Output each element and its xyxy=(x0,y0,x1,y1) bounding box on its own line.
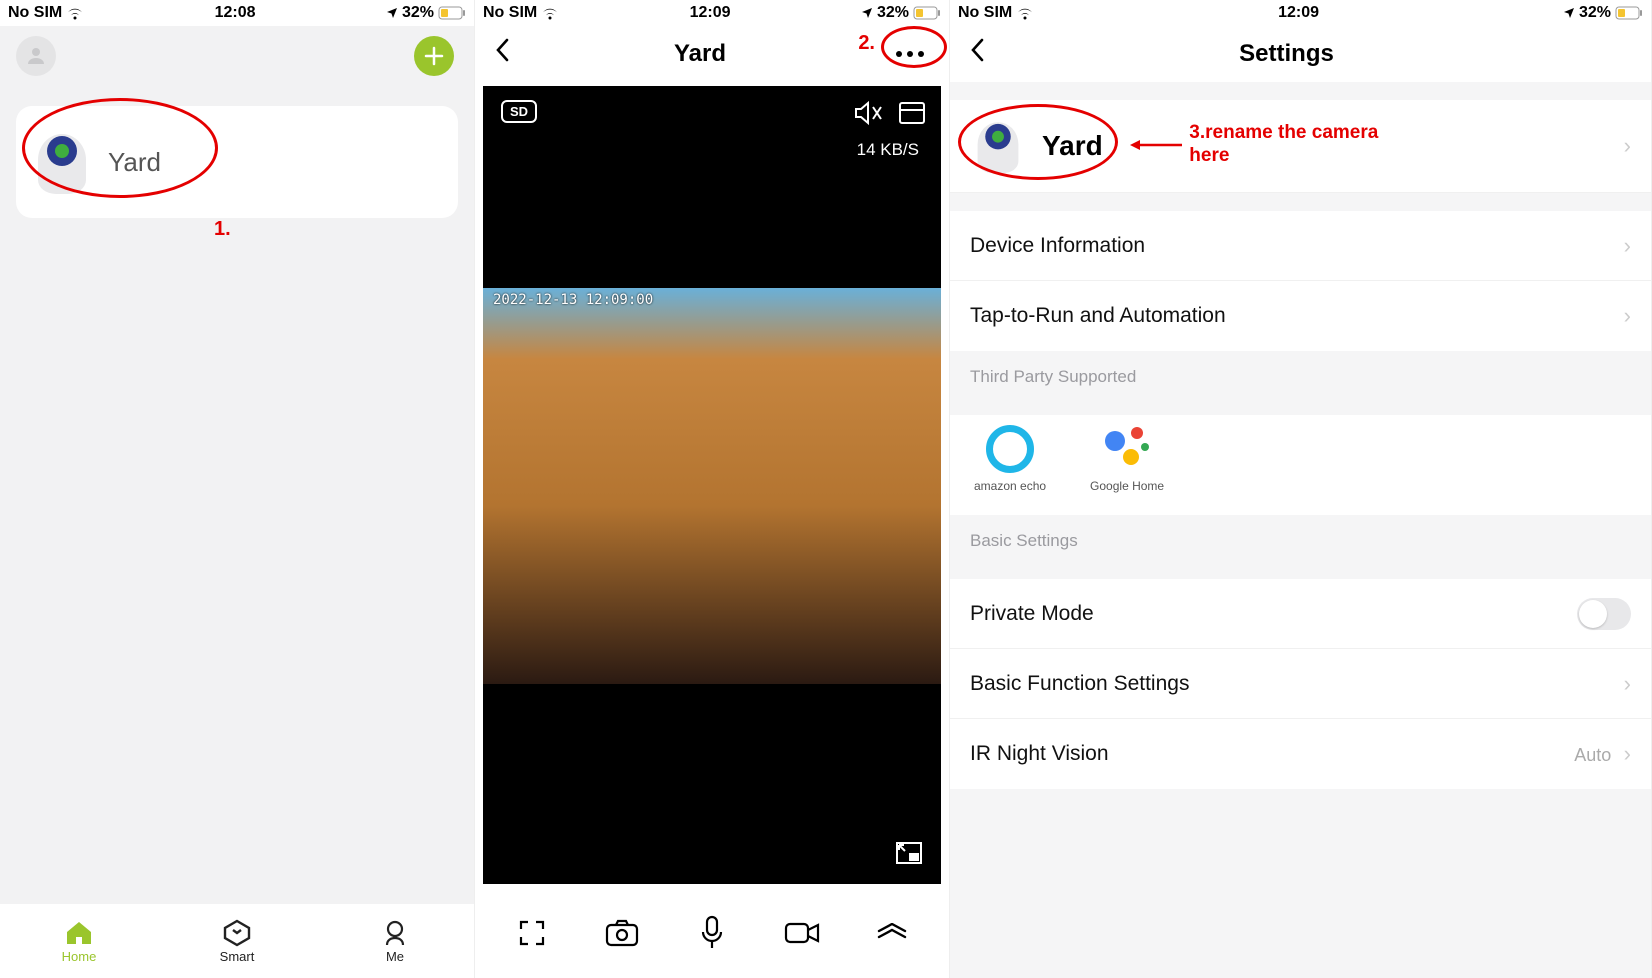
phone-home-screen: No SIM 12:08 32% xyxy=(0,0,475,978)
carrier-text: No SIM xyxy=(8,4,62,22)
phone-liveview-screen: No SIM 12:09 32% Yard 2. SD xyxy=(475,0,950,978)
tab-home[interactable]: Home xyxy=(0,904,158,978)
liveview-header: Yard 2. xyxy=(475,26,949,82)
fullscreen-button[interactable] xyxy=(510,911,554,955)
clock: 12:08 xyxy=(215,4,256,22)
carrier-text: No SIM xyxy=(958,4,1012,22)
liveview-title: Yard xyxy=(674,40,726,68)
row-label: Basic Function Settings xyxy=(970,672,1189,696)
camera-feed-image xyxy=(483,288,941,684)
private-mode-toggle[interactable] xyxy=(1577,598,1631,630)
chevron-right-icon: › xyxy=(1624,671,1631,697)
battery-text: 32% xyxy=(402,4,434,22)
row-label: Device Information xyxy=(970,234,1145,258)
home-body: Yard 1. Home Smart Me xyxy=(0,26,474,978)
section-third-party: Third Party Supported xyxy=(950,351,1651,397)
row-label: Private Mode xyxy=(970,602,1094,626)
row-private-mode[interactable]: Private Mode xyxy=(950,579,1651,649)
device-name-label: Yard xyxy=(1042,130,1103,162)
alexa-icon xyxy=(986,425,1034,473)
row-label: Tap-to-Run and Automation xyxy=(970,304,1226,328)
status-bar: No SIM 12:09 32% xyxy=(950,0,1651,26)
wifi-icon xyxy=(1016,6,1034,20)
settings-header: Settings xyxy=(950,26,1651,82)
tps-alexa-label: amazon echo xyxy=(974,479,1046,493)
location-icon xyxy=(386,7,398,19)
bottom-tabbar: Home Smart Me xyxy=(0,904,474,978)
back-button[interactable] xyxy=(493,36,511,72)
row-value: Auto xyxy=(1574,745,1611,765)
annotation-label-2: 2. xyxy=(858,32,875,55)
third-party-alexa[interactable]: amazon echo xyxy=(974,425,1046,493)
tps-ghome-label: Google Home xyxy=(1090,479,1164,493)
record-button[interactable] xyxy=(780,911,824,955)
add-device-button[interactable] xyxy=(414,36,454,76)
annotation-text-3: 3.rename the camera here xyxy=(1189,122,1409,168)
phone-settings-screen: No SIM 12:09 32% Settings Yard › xyxy=(950,0,1652,978)
carrier-text: No SIM xyxy=(483,4,537,22)
snapshot-button[interactable] xyxy=(600,911,644,955)
home-icon xyxy=(63,919,95,947)
device-card-yard[interactable]: Yard xyxy=(16,106,458,218)
profile-avatar[interactable] xyxy=(16,36,56,76)
tab-home-label: Home xyxy=(62,949,97,964)
device-name-label: Yard xyxy=(108,147,161,178)
video-viewport[interactable]: SD 14 KB/S 2022-12-13 12:09:00 xyxy=(483,86,941,884)
status-bar: No SIM 12:08 32% xyxy=(0,0,474,26)
clock: 12:09 xyxy=(690,4,731,22)
tab-me-label: Me xyxy=(386,949,404,964)
tab-me[interactable]: Me xyxy=(316,904,474,978)
location-icon xyxy=(1563,7,1575,19)
liveview-controls xyxy=(475,888,949,978)
wifi-icon xyxy=(66,6,84,20)
google-home-icon xyxy=(1103,425,1151,473)
battery-icon xyxy=(913,6,941,20)
section-basic-settings: Basic Settings xyxy=(950,515,1651,561)
row-automation[interactable]: Tap-to-Run and Automation › xyxy=(950,281,1651,351)
expand-button[interactable] xyxy=(870,911,914,955)
chevron-right-icon: › xyxy=(1624,133,1631,159)
battery-icon xyxy=(438,6,466,20)
chevron-right-icon: › xyxy=(1624,741,1631,766)
battery-text: 32% xyxy=(1579,4,1611,22)
third-party-google-home[interactable]: Google Home xyxy=(1090,425,1164,493)
camera-device-icon xyxy=(974,119,1022,173)
clock: 12:09 xyxy=(1278,4,1319,22)
chevron-right-icon: › xyxy=(1624,233,1631,259)
battery-text: 32% xyxy=(877,4,909,22)
settings-title: Settings xyxy=(958,40,1615,68)
me-icon xyxy=(379,919,411,947)
row-device-information[interactable]: Device Information › xyxy=(950,211,1651,281)
more-options-button[interactable] xyxy=(889,33,931,75)
quality-badge[interactable]: SD xyxy=(501,100,537,123)
row-basic-function[interactable]: Basic Function Settings › xyxy=(950,649,1651,719)
status-bar: No SIM 12:09 32% xyxy=(475,0,949,26)
location-icon xyxy=(861,7,873,19)
layout-icon[interactable] xyxy=(899,102,925,129)
bitrate-text: 14 KB/S xyxy=(857,140,919,160)
annotation-label-1: 1. xyxy=(214,218,231,241)
video-timestamp: 2022-12-13 12:09:00 xyxy=(493,292,653,308)
row-label: IR Night Vision xyxy=(970,742,1109,766)
camera-device-icon xyxy=(34,130,90,194)
battery-icon xyxy=(1615,6,1643,20)
row-ir-night-vision[interactable]: IR Night Vision Auto › xyxy=(950,719,1651,789)
chevron-right-icon: › xyxy=(1624,303,1631,329)
mute-icon[interactable] xyxy=(853,100,883,131)
mic-button[interactable] xyxy=(690,911,734,955)
smart-icon xyxy=(221,919,253,947)
fullscreen-icon[interactable] xyxy=(895,841,923,870)
wifi-icon xyxy=(541,6,559,20)
annotation-arrow-3: 3.rename the camera here xyxy=(1128,122,1409,168)
tab-smart-label: Smart xyxy=(220,949,255,964)
tab-smart[interactable]: Smart xyxy=(158,904,316,978)
